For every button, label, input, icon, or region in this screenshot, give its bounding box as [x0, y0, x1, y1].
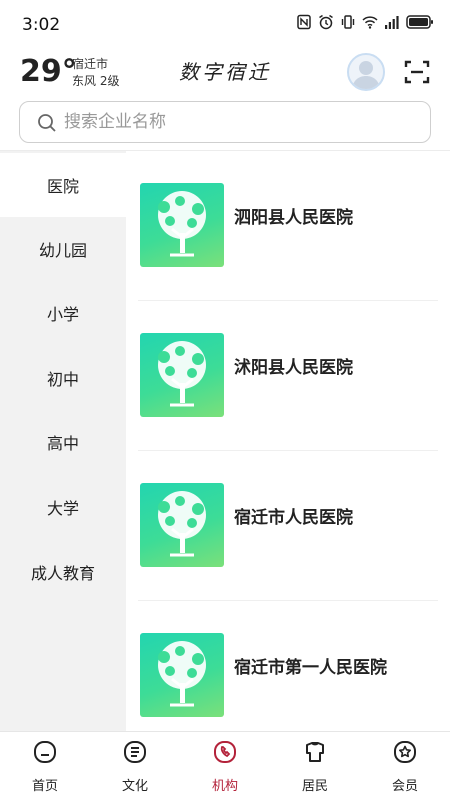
status-bar: 3:02: [0, 0, 450, 50]
tab-culture[interactable]: 文化: [90, 732, 180, 801]
sidebar-item-hospital[interactable]: 医院: [0, 153, 126, 217]
tree-logo-icon: [158, 641, 206, 707]
list-item[interactable]: 宿迁市人民医院: [138, 451, 438, 601]
tab-label: 机构: [211, 779, 238, 794]
tab-member[interactable]: 会员: [360, 732, 450, 801]
tab-home[interactable]: 首页: [0, 732, 90, 801]
avatar[interactable]: [347, 53, 385, 91]
sidebar-item-label: 幼儿园: [38, 241, 87, 260]
institution-name: 泗阳县人民医院: [234, 208, 353, 228]
scan-icon[interactable]: [404, 59, 430, 85]
category-sidebar: 医院 幼儿园 小学 初中 高中 大学 成人教育: [0, 151, 126, 731]
institution-name: 宿迁市人民医院: [234, 508, 353, 528]
institution-thumbnail: [140, 183, 224, 267]
sidebar-item-label: 小学: [46, 305, 79, 324]
user-avatar-icon: [352, 61, 380, 89]
sidebar-item-label: 大学: [46, 499, 79, 518]
tab-label: 文化: [121, 779, 148, 794]
tab-label: 会员: [391, 779, 418, 794]
wifi-icon: [362, 16, 378, 29]
header: 29° 宿迁市 东风 2级 数字宿迁: [0, 50, 450, 96]
sidebar-item-senior-high[interactable]: 高中: [0, 410, 126, 474]
vibrate-icon: [341, 15, 355, 29]
tab-institution[interactable]: 机构: [180, 732, 270, 801]
institution-name: 沭阳县人民医院: [234, 358, 353, 378]
battery-icon: [406, 15, 433, 29]
alarm-icon: [319, 14, 333, 30]
sidebar-item-university[interactable]: 大学: [0, 475, 126, 539]
sidebar-item-adult-education[interactable]: 成人教育: [0, 540, 126, 604]
culture-icon: [124, 741, 146, 763]
member-icon: [394, 741, 416, 763]
tree-logo-icon: [158, 341, 206, 407]
search-bar[interactable]: [19, 101, 431, 143]
status-icons: [296, 14, 434, 30]
sidebar-item-label: 成人教育: [30, 564, 95, 583]
signal-icon: [385, 16, 399, 29]
tab-label: 首页: [31, 779, 58, 794]
resident-icon: [306, 742, 324, 762]
tab-label: 居民: [301, 779, 328, 794]
search-icon: [38, 114, 56, 132]
list-item[interactable]: 宿迁市第一人民医院: [138, 601, 438, 751]
institution-thumbnail: [140, 333, 224, 417]
sidebar-item-label: 医院: [46, 177, 79, 196]
home-icon: [34, 741, 56, 763]
sidebar-item-kindergarten[interactable]: 幼儿园: [0, 217, 126, 281]
sidebar-item-label: 高中: [46, 434, 79, 453]
institution-list: 泗阳县人民医院 沭阳县人民医院 宿迁市人民医院 宿迁市第一人民医院: [126, 151, 450, 731]
institution-thumbnail: [140, 633, 224, 717]
search-input[interactable]: [64, 110, 414, 134]
nfc-icon: [297, 14, 311, 30]
institution-thumbnail: [140, 483, 224, 567]
sidebar-item-primary-school[interactable]: 小学: [0, 281, 126, 345]
institution-name: 宿迁市第一人民医院: [234, 658, 387, 678]
status-time: 3:02: [22, 15, 61, 35]
tree-logo-icon: [158, 191, 206, 257]
list-item[interactable]: 沭阳县人民医院: [138, 301, 438, 451]
institution-icon: [214, 741, 236, 763]
tree-logo-icon: [158, 491, 206, 557]
tab-resident[interactable]: 居民: [270, 732, 360, 801]
list-item[interactable]: 泗阳县人民医院: [138, 151, 438, 301]
sidebar-item-junior-high[interactable]: 初中: [0, 346, 126, 410]
bottom-tab-bar: 首页 文化 机构 居民 会员: [0, 731, 450, 800]
sidebar-item-label: 初中: [46, 370, 79, 389]
